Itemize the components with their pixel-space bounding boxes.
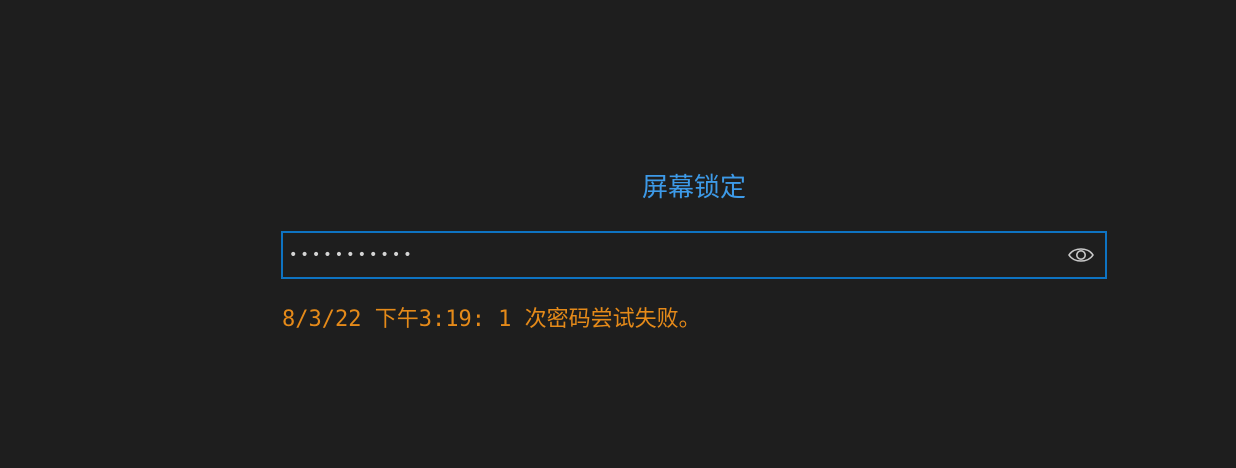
failed-attempt-message: 8/3/22 下午3:19: 1 次密码尝试失败。 xyxy=(282,307,701,332)
screen-lock-title: 屏幕锁定 xyxy=(641,173,746,203)
password-input[interactable] xyxy=(289,233,1049,277)
password-field-container[interactable] xyxy=(281,231,1107,279)
eye-icon[interactable] xyxy=(1067,243,1095,267)
screen-lock-panel: 屏幕锁定 8/3/22 下午3:19: 1 次密码尝试失败。 xyxy=(0,0,1236,468)
